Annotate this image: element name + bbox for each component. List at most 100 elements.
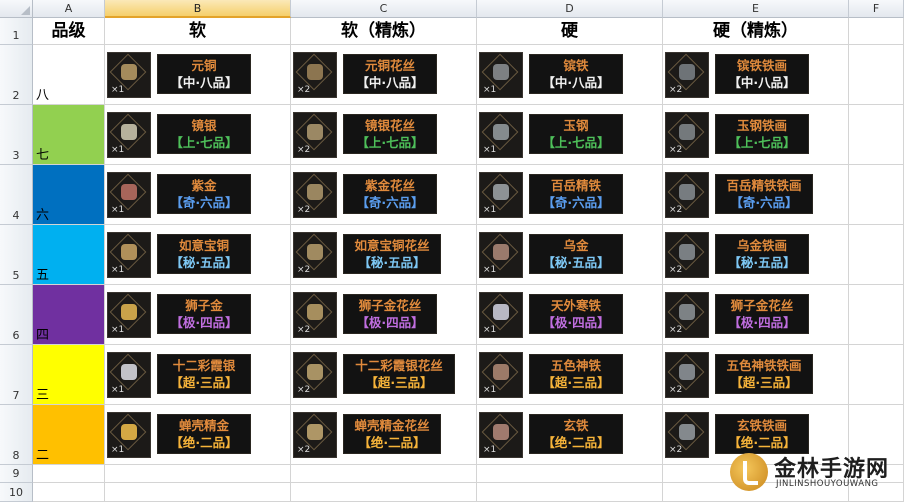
material-cell[interactable]: ×2 如意宝铜花丝 【秘·五品】 — [291, 225, 477, 285]
row-header-4[interactable]: 4 — [0, 165, 33, 225]
material-cell[interactable]: ×2 紫金花丝 【奇·六品】 — [291, 165, 477, 225]
item-grade: 【中·八品】 — [728, 75, 796, 90]
material-cell[interactable]: ×2 镔铁铁画【中·八品】 — [663, 45, 849, 105]
material-cell[interactable]: ×1 镔铁 【中·八品】 — [477, 45, 663, 105]
material-cell[interactable]: ×2 狮子金花丝 【极·四品】 — [663, 285, 849, 345]
empty-cell[interactable] — [849, 285, 904, 345]
empty-cell[interactable] — [849, 105, 904, 165]
grade-cell[interactable]: 六 — [33, 165, 105, 225]
material-cell[interactable]: ×1 如意宝铜 【秘·五品】 — [105, 225, 291, 285]
item-grade: 【中·八品】 — [170, 75, 238, 90]
ingot-icon: ×1 — [479, 112, 523, 158]
material-cell[interactable]: ×2 镜银花丝 【上·七品】 — [291, 105, 477, 165]
grade-cell[interactable]: 二 — [33, 405, 105, 465]
item-name: 玄铁 — [563, 418, 589, 433]
empty-cell[interactable] — [291, 483, 477, 502]
material-cell[interactable]: ×1 十二彩霞银 【超·三品】 — [105, 345, 291, 405]
material-cell[interactable]: ×2 五色神铁铁画 【超·三品】 — [663, 345, 849, 405]
empty-cell[interactable] — [105, 483, 291, 502]
row-header-9[interactable]: 9 — [0, 465, 33, 483]
material-cell[interactable]: ×2 狮子金花丝 【极·四品】 — [291, 285, 477, 345]
grade-cell[interactable]: 八 — [33, 45, 105, 105]
ore-icon: ×1 — [107, 172, 151, 218]
material-cell[interactable]: ×1 镜银 【上·七品】 — [105, 105, 291, 165]
material-cell[interactable]: ×2 玉钢铁画 【上·七品】 — [663, 105, 849, 165]
column-header-E[interactable]: E — [663, 0, 849, 18]
material-cell[interactable]: ×2 十二彩霞银花丝 【超·三品】 — [291, 345, 477, 405]
material-cell[interactable]: ×1 百岳精铁 【奇·六品】 — [477, 165, 663, 225]
select-all-corner[interactable] — [0, 0, 33, 18]
column-header-C[interactable]: C — [291, 0, 477, 18]
empty-cell[interactable] — [105, 465, 291, 483]
watermark-logo-icon — [730, 453, 768, 491]
material-cell[interactable]: ×1 五色神铁 【超·三品】 — [477, 345, 663, 405]
empty-cell[interactable] — [477, 483, 663, 502]
material-cell[interactable]: ×2 蝉壳精金花丝 【绝·二品】 — [291, 405, 477, 465]
material-cell[interactable]: ×1 玉钢 【上·七品】 — [477, 105, 663, 165]
row-number: 2 — [12, 89, 20, 102]
material-cell[interactable]: ×1 天外寒铁 【极·四品】 — [477, 285, 663, 345]
empty-cell[interactable] — [33, 483, 105, 502]
header-cell-hard[interactable]: 硬 — [477, 18, 663, 45]
header-cell-hard_refined[interactable]: 硬（精炼） — [663, 18, 849, 45]
item-name: 乌金 — [563, 238, 589, 253]
material-cell[interactable]: ×1 紫金 【奇·六品】 — [105, 165, 291, 225]
item-quantity: ×2 — [297, 85, 311, 95]
column-header-F[interactable]: F — [849, 0, 904, 18]
empty-cell[interactable] — [477, 465, 663, 483]
row-header-6[interactable]: 6 — [0, 285, 33, 345]
empty-cell[interactable] — [849, 18, 904, 45]
material-cell[interactable]: ×2 元铜花丝 【中·八品】 — [291, 45, 477, 105]
grade-cell[interactable]: 七 — [33, 105, 105, 165]
item-quantity: ×2 — [297, 145, 311, 155]
crystal-icon: ×1 — [479, 292, 523, 338]
empty-cell[interactable] — [849, 345, 904, 405]
material-cell[interactable]: ×1 玄铁 【绝·二品】 — [477, 405, 663, 465]
item-grade: 【上·七品】 — [356, 135, 424, 150]
item-quantity: ×2 — [669, 85, 683, 95]
header-cell-grade[interactable]: 品级 — [33, 18, 105, 45]
row-header-5[interactable]: 5 — [0, 225, 33, 285]
material-cell[interactable]: ×1 元铜 【中·八品】 — [105, 45, 291, 105]
item-grade: 【极·四品】 — [170, 315, 238, 330]
grade-cell[interactable]: 四 — [33, 285, 105, 345]
row-header-7[interactable]: 7 — [0, 345, 33, 405]
item-quantity: ×1 — [483, 445, 497, 455]
row-header-8[interactable]: 8 — [0, 405, 33, 465]
item-name: 镔铁铁画 — [736, 58, 787, 73]
grade-cell[interactable]: 三 — [33, 345, 105, 405]
grade-label: 二 — [36, 448, 50, 463]
ingot-icon: ×1 — [479, 172, 523, 218]
empty-cell[interactable] — [849, 45, 904, 105]
item-grade: 【超·三品】 — [170, 375, 238, 390]
item-label: 如意宝铜花丝 【秘·五品】 — [343, 234, 441, 274]
grade-cell[interactable]: 五 — [33, 225, 105, 285]
row-header-1[interactable]: 1 — [0, 18, 33, 45]
empty-cell[interactable] — [291, 465, 477, 483]
material-cell[interactable]: ×1 狮子金 【极·四品】 — [105, 285, 291, 345]
column-header-A[interactable]: A — [33, 0, 105, 18]
material-cell[interactable]: ×2 百岳精铁铁画 【奇·六品】 — [663, 165, 849, 225]
empty-cell[interactable] — [849, 165, 904, 225]
material-cell[interactable]: ×1 乌金 【秘·五品】 — [477, 225, 663, 285]
material-cell[interactable]: ×1 蝉壳精金 【绝·二品】 — [105, 405, 291, 465]
item-quantity: ×1 — [111, 385, 125, 395]
row-header-2[interactable]: 2 — [0, 45, 33, 105]
filigree-icon: ×2 — [293, 412, 337, 458]
header-cell-soft_refined[interactable]: 软（精炼） — [291, 18, 477, 45]
empty-cell[interactable] — [33, 465, 105, 483]
row-header-3[interactable]: 3 — [0, 105, 33, 165]
row-header-10[interactable]: 10 — [0, 483, 33, 502]
material-cell[interactable]: ×2 乌金铁画 【秘·五品】 — [663, 225, 849, 285]
item-label: 乌金 【秘·五品】 — [529, 234, 623, 274]
item-quantity: ×2 — [297, 325, 311, 335]
column-header-B[interactable]: B — [105, 0, 291, 18]
header-cell-soft[interactable]: 软 — [105, 18, 291, 45]
column-header-D[interactable]: D — [477, 0, 663, 18]
item-name: 元铜 — [191, 58, 217, 73]
empty-cell[interactable] — [849, 225, 904, 285]
item-name: 百岳精铁 — [550, 178, 601, 193]
row-number: 7 — [12, 389, 20, 402]
item-name: 镔铁 — [563, 58, 589, 73]
grade-label: 八 — [36, 88, 50, 103]
